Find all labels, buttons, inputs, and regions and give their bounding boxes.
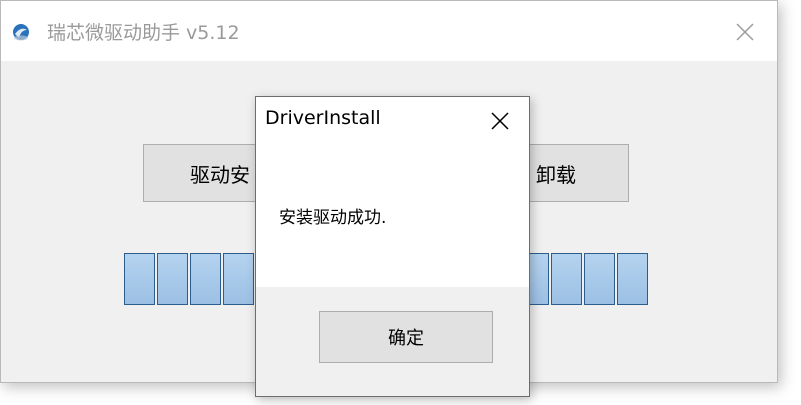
driver-install-dialog: DriverInstall 安装驱动成功. 确定 [255, 96, 530, 397]
progress-segment [617, 253, 648, 305]
dialog-message: 安装驱动成功. [279, 208, 387, 228]
app-icon [11, 22, 31, 42]
progress-segment [124, 253, 155, 305]
main-titlebar[interactable]: 瑞芯微驱动助手 v5.12 [1, 1, 777, 61]
dialog-footer: 确定 [256, 287, 529, 396]
ok-button[interactable]: 确定 [319, 311, 493, 363]
close-icon[interactable] [725, 15, 765, 49]
ok-button-label: 确定 [388, 328, 424, 349]
install-driver-label: 驱动安 [190, 162, 250, 187]
uninstall-driver-label: 卸载 [536, 162, 576, 187]
progress-segment [551, 253, 583, 305]
dialog-close-icon[interactable] [482, 105, 518, 137]
window-title: 瑞芯微驱动助手 v5.12 [47, 22, 240, 44]
progress-segment [222, 253, 254, 305]
progress-segment [189, 253, 221, 305]
progress-segment [156, 253, 188, 305]
progress-segment [584, 253, 616, 305]
dialog-title: DriverInstall [265, 107, 381, 129]
